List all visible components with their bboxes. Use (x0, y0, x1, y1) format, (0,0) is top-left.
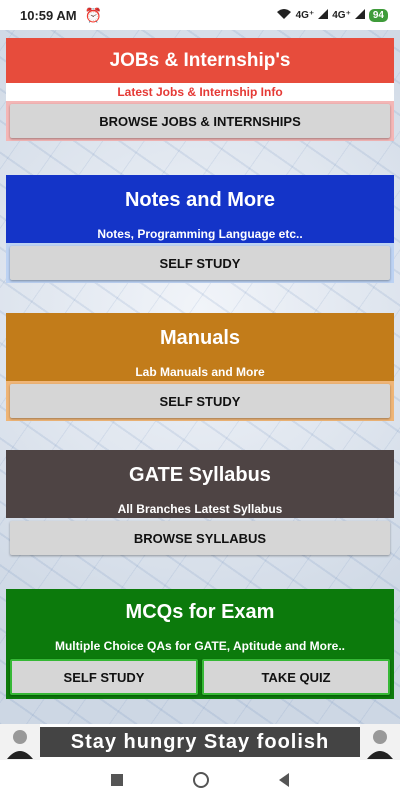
home-button-icon[interactable] (193, 772, 209, 788)
mcq-card: MCQs for Exam Multiple Choice QAs for GA… (6, 589, 394, 699)
network-label-2: 4G⁺ (332, 9, 351, 21)
jobs-card-subtitle: Latest Jobs & Internship Info (6, 83, 394, 101)
mcq-card-title: MCQs for Exam (6, 589, 394, 635)
manuals-card-title: Manuals (6, 313, 394, 363)
notes-self-study-button[interactable]: SELF STUDY (10, 246, 390, 280)
system-nav-bar (0, 760, 400, 800)
back-button-icon[interactable] (279, 773, 289, 787)
jobs-card-title: JOBs & Internship's (6, 38, 394, 83)
gate-card-subtitle: All Branches Latest Syllabus (6, 500, 394, 518)
browse-syllabus-button[interactable]: BROWSE SYLLABUS (10, 521, 390, 555)
browse-jobs-button[interactable]: BROWSE JOBS & INTERNSHIPS (10, 104, 390, 138)
signal-icon-2 (354, 8, 365, 22)
recents-button-icon[interactable] (111, 774, 123, 786)
battery-badge: 94 (368, 8, 388, 22)
notes-card: Notes and More Notes, Programming Langua… (6, 175, 394, 283)
manuals-card: Manuals Lab Manuals and More SELF STUDY (6, 313, 394, 421)
notes-card-title: Notes and More (6, 175, 394, 225)
quote-banner[interactable]: Stay hungry Stay foolish (0, 724, 400, 760)
manuals-card-subtitle: Lab Manuals and More (6, 363, 394, 381)
take-quiz-button[interactable]: TAKE QUIZ (202, 659, 390, 695)
notes-card-subtitle: Notes, Programming Language etc.. (6, 225, 394, 243)
alarm-icon: ⏰ (84, 6, 103, 23)
gate-card: GATE Syllabus All Branches Latest Syllab… (6, 450, 394, 558)
status-time: 10:59 AM (20, 7, 77, 23)
portrait-left-icon (0, 724, 40, 760)
jobs-card: JOBs & Internship's Latest Jobs & Intern… (6, 38, 394, 141)
signal-icon-1 (318, 8, 329, 22)
mcq-self-study-button[interactable]: SELF STUDY (10, 659, 198, 695)
banner-quote: Stay hungry Stay foolish (40, 727, 360, 757)
mcq-card-subtitle: Multiple Choice QAs for GATE, Aptitude a… (6, 635, 394, 657)
manuals-self-study-button[interactable]: SELF STUDY (10, 384, 390, 418)
status-bar: 10:59 AM ⏰ 4G⁺ 4G⁺ 94 (0, 0, 400, 30)
gate-card-title: GATE Syllabus (6, 450, 394, 500)
wifi-icon (276, 8, 292, 23)
status-icons: 4G⁺ 4G⁺ 94 (276, 8, 388, 23)
network-label-1: 4G⁺ (295, 9, 315, 21)
portrait-right-icon (360, 724, 400, 760)
